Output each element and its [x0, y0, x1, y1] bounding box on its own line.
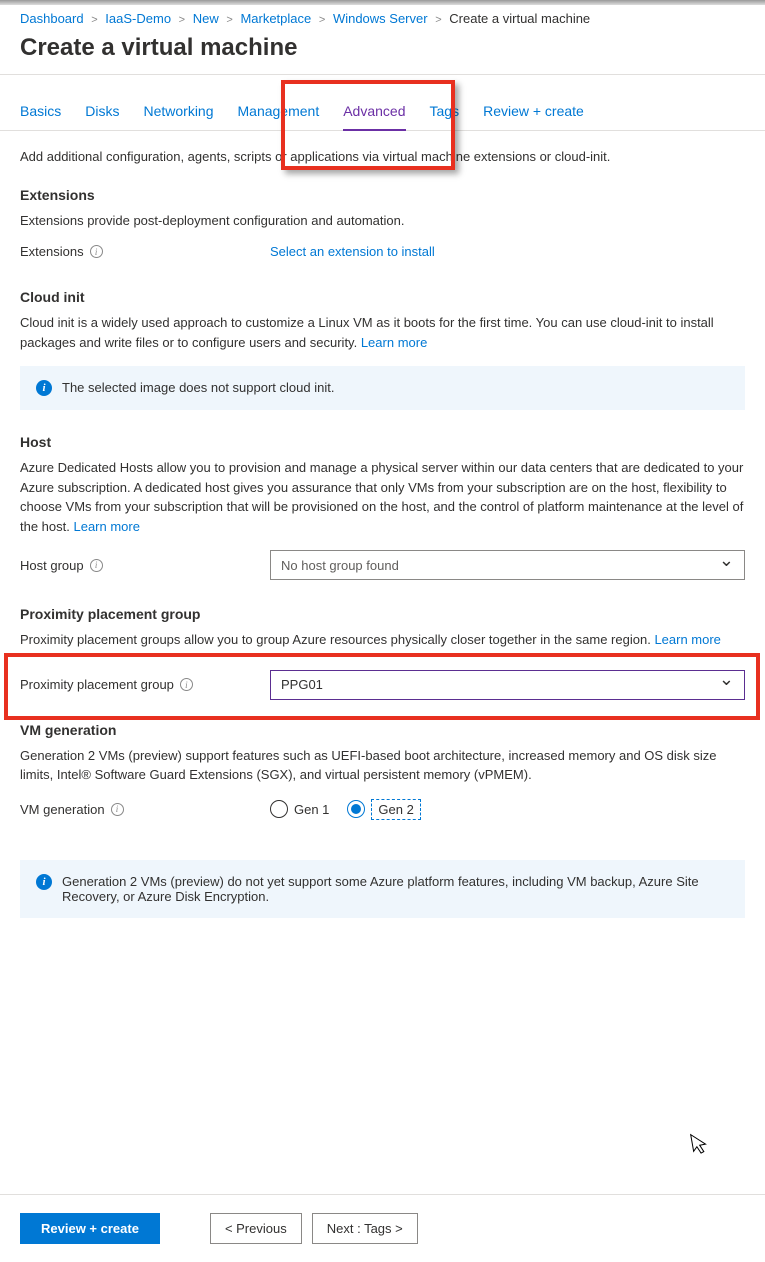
host-heading: Host — [20, 434, 745, 450]
ppg-row: Proximity placement group i PPG01 — [20, 670, 745, 700]
breadcrumb-current: Create a virtual machine — [449, 11, 590, 26]
tab-bar: Basics Disks Networking Management Advan… — [0, 75, 765, 131]
vmgen-heading: VM generation — [20, 722, 745, 738]
host-group-select[interactable]: No host group found — [270, 550, 745, 580]
cloud-init-learn-more[interactable]: Learn more — [361, 335, 427, 350]
extensions-label: Extensions i — [20, 244, 270, 259]
vmgen-banner-text: Generation 2 VMs (preview) do not yet su… — [62, 874, 729, 904]
host-group-label-text: Host group — [20, 558, 84, 573]
vmgen-label: VM generation i — [20, 802, 270, 817]
vmgen-radio-gen2[interactable]: Gen 2 — [347, 799, 420, 820]
tab-content: Add additional configuration, agents, sc… — [0, 131, 765, 918]
vmgen-gen2-label: Gen 2 — [371, 799, 420, 820]
vmgen-radio-group: Gen 1 Gen 2 — [270, 799, 745, 820]
radio-icon — [270, 800, 288, 818]
ppg-desc: Proximity placement groups allow you to … — [20, 630, 745, 650]
ppg-value: PPG01 — [281, 677, 323, 692]
review-create-button[interactable]: Review + create — [20, 1213, 160, 1244]
breadcrumb-sep: > — [87, 14, 101, 26]
breadcrumb-marketplace[interactable]: Marketplace — [240, 11, 311, 26]
extensions-desc: Extensions provide post-deployment confi… — [20, 211, 745, 231]
ppg-label: Proximity placement group i — [20, 677, 270, 692]
extensions-label-text: Extensions — [20, 244, 84, 259]
page-title: Create a virtual machine — [0, 30, 765, 74]
vmgen-row: VM generation i Gen 1 Gen 2 — [20, 799, 745, 820]
info-icon: i — [36, 380, 52, 396]
ppg-learn-more[interactable]: Learn more — [654, 632, 720, 647]
vmgen-gen1-label: Gen 1 — [294, 802, 329, 817]
footer-bar: Review + create < Previous Next : Tags > — [0, 1194, 765, 1262]
tab-review[interactable]: Review + create — [483, 103, 584, 130]
ppg-select[interactable]: PPG01 — [270, 670, 745, 700]
host-desc: Azure Dedicated Hosts allow you to provi… — [20, 458, 745, 536]
breadcrumb-sep: > — [175, 14, 189, 26]
info-icon[interactable]: i — [90, 559, 103, 572]
ppg-heading: Proximity placement group — [20, 606, 745, 622]
vmgen-info-banner: i Generation 2 VMs (preview) do not yet … — [20, 860, 745, 918]
cloud-init-heading: Cloud init — [20, 289, 745, 305]
footer-nav: < Previous Next : Tags > — [210, 1213, 418, 1244]
breadcrumb-sep: > — [315, 14, 329, 26]
host-group-row: Host group i No host group found — [20, 550, 745, 580]
info-icon: i — [36, 874, 52, 890]
select-extension-link[interactable]: Select an extension to install — [270, 244, 435, 259]
extensions-row: Extensions i Select an extension to inst… — [20, 244, 745, 259]
info-icon[interactable]: i — [111, 803, 124, 816]
tab-networking[interactable]: Networking — [143, 103, 213, 130]
vmgen-radio-gen1[interactable]: Gen 1 — [270, 800, 329, 818]
cloud-init-desc: Cloud init is a widely used approach to … — [20, 313, 745, 352]
chevron-down-icon — [719, 558, 734, 573]
breadcrumb-sep: > — [222, 14, 236, 26]
breadcrumb-windows-server[interactable]: Windows Server — [333, 11, 428, 26]
cursor-icon — [690, 1131, 713, 1164]
intro-text: Add additional configuration, agents, sc… — [20, 147, 745, 167]
host-group-value: No host group found — [281, 558, 399, 573]
info-icon[interactable]: i — [180, 678, 193, 691]
tab-basics[interactable]: Basics — [20, 103, 61, 130]
host-learn-more[interactable]: Learn more — [73, 519, 139, 534]
radio-icon — [347, 800, 365, 818]
tab-advanced[interactable]: Advanced — [343, 103, 405, 131]
breadcrumb-iaas-demo[interactable]: IaaS-Demo — [105, 11, 171, 26]
vmgen-desc: Generation 2 VMs (preview) support featu… — [20, 746, 745, 785]
tab-management[interactable]: Management — [238, 103, 320, 130]
ppg-label-text: Proximity placement group — [20, 677, 174, 692]
vmgen-label-text: VM generation — [20, 802, 105, 817]
info-icon[interactable]: i — [90, 245, 103, 258]
cloud-init-banner-text: The selected image does not support clou… — [62, 380, 334, 395]
next-button[interactable]: Next : Tags > — [312, 1213, 418, 1244]
host-group-label: Host group i — [20, 558, 270, 573]
breadcrumb-dashboard[interactable]: Dashboard — [20, 11, 84, 26]
ppg-desc-text: Proximity placement groups allow you to … — [20, 632, 654, 647]
cloud-init-info-banner: i The selected image does not support cl… — [20, 366, 745, 410]
tab-disks[interactable]: Disks — [85, 103, 119, 130]
extensions-heading: Extensions — [20, 187, 745, 203]
tab-tags[interactable]: Tags — [430, 103, 460, 130]
breadcrumb-sep: > — [431, 14, 445, 26]
chevron-down-icon — [719, 677, 734, 692]
breadcrumb-new[interactable]: New — [193, 11, 219, 26]
previous-button[interactable]: < Previous — [210, 1213, 302, 1244]
breadcrumb: Dashboard > IaaS-Demo > New > Marketplac… — [0, 5, 765, 30]
